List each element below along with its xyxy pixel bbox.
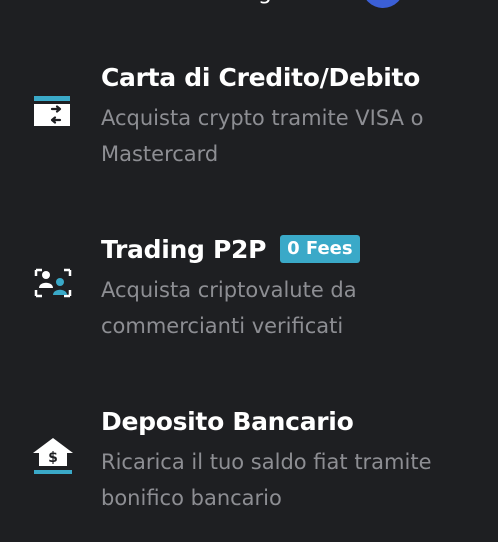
avatar[interactable]	[362, 0, 404, 8]
p2p-users-icon	[30, 266, 76, 306]
menu-item-title: Trading P2P	[101, 234, 267, 264]
menu-item-description: Acquista criptovalute da commercianti ve…	[101, 278, 357, 338]
menu-item-header: Trading P2P 0 Fees	[101, 230, 360, 268]
menu-item-title: Carta di Credito/Debito	[101, 62, 420, 92]
fees-badge: 0 Fees	[280, 235, 360, 263]
menu-item-description: Ricarica il tuo saldo fiat tramite bonif…	[101, 450, 432, 510]
menu-item-bank-deposit[interactable]: $ Deposito Bancario Ricarica il tuo sald…	[0, 392, 498, 542]
svg-text:$: $	[48, 450, 58, 466]
menu-item-header: Deposito Bancario	[101, 402, 354, 440]
bank-deposit-icon: $	[30, 436, 76, 476]
buy-crypto-menu: g Carta di Credito/Debito Acquista crypt…	[0, 0, 498, 540]
menu-item-header: Carta di Credito/Debito	[101, 58, 420, 96]
menu-item-description: Acquista crypto tramite VISA o Mastercar…	[101, 106, 424, 166]
menu-item-credit-card[interactable]: Carta di Credito/Debito Acquista crypto …	[0, 48, 498, 198]
credit-card-icon	[30, 94, 76, 134]
menu-item-p2p-trading[interactable]: Trading P2P 0 Fees Acquista criptovalute…	[0, 220, 498, 370]
header-text-fragment: g	[258, 0, 272, 4]
menu-item-title: Deposito Bancario	[101, 406, 354, 436]
